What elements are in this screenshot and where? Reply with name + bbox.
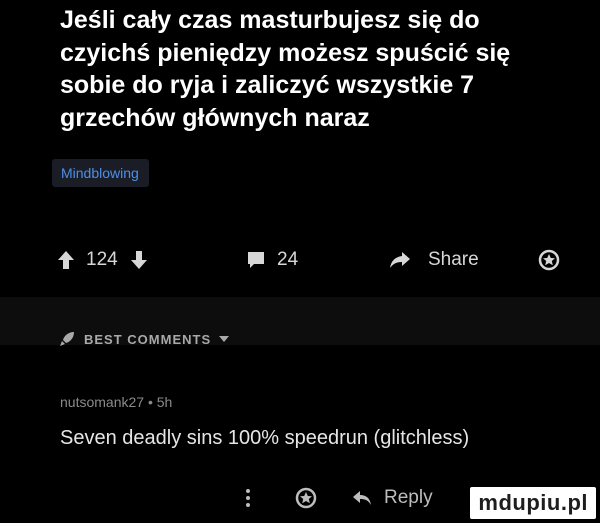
comment-meta: nutsomank27 • 5h xyxy=(60,394,173,410)
chevron-down-icon xyxy=(219,335,230,343)
post-title: Jeśli cały czas masturbujesz się do czyi… xyxy=(60,6,511,132)
best-comments-label: BEST COMMENTS xyxy=(84,331,212,347)
comment-count: 24 xyxy=(277,249,299,270)
share-button[interactable]: Share xyxy=(428,242,479,278)
comment-bubble-icon[interactable] xyxy=(246,242,266,278)
rocket-icon xyxy=(58,330,76,348)
watermark-logo: mdupiu.pl xyxy=(470,487,596,519)
best-comments-sort[interactable]: BEST COMMENTS xyxy=(58,327,230,351)
upvote-count: 124 xyxy=(86,249,118,270)
post-action-bar: 124 24 Share xyxy=(0,242,600,278)
flair-tag[interactable]: Mindblowing xyxy=(52,159,149,187)
arrow-up-icon[interactable] xyxy=(57,242,75,278)
arrow-down-icon[interactable] xyxy=(130,242,148,278)
award-icon[interactable] xyxy=(538,242,560,278)
award-icon[interactable] xyxy=(295,481,317,515)
share-arrow-icon[interactable] xyxy=(389,242,411,278)
more-vertical-icon[interactable] xyxy=(245,481,251,515)
reply-button[interactable]: Reply xyxy=(384,481,433,515)
reply-icon[interactable] xyxy=(352,481,372,515)
comment-text: Seven deadly sins 100% speedrun (glitchl… xyxy=(60,427,470,449)
